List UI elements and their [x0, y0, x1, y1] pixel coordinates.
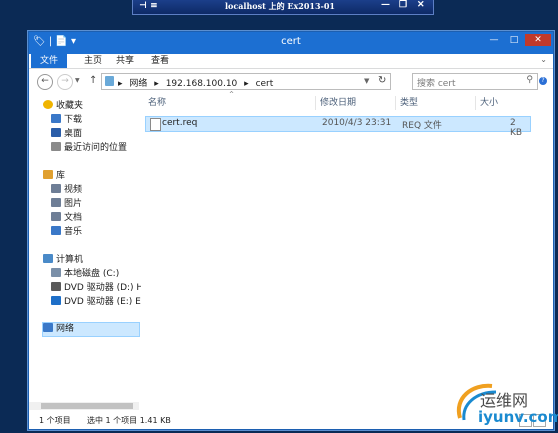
remote-minimize-button[interactable]: —: [381, 0, 390, 10]
scrollbar-thumb[interactable]: [41, 403, 133, 409]
download-folder-icon: [51, 114, 61, 123]
nav-recent-places[interactable]: 最近访问的位置: [51, 142, 127, 155]
tab-home[interactable]: 主页: [77, 54, 109, 68]
remote-session-title: localhost 上的 Ex2013-01: [225, 1, 335, 11]
search-icon[interactable]: ⚲: [526, 75, 533, 85]
dvd-drive-icon: [51, 282, 61, 291]
breadcrumb-separator[interactable]: ▸: [118, 79, 123, 89]
search-input[interactable]: 搜索 cert ⚲: [412, 73, 538, 90]
tab-share[interactable]: 共享: [109, 54, 141, 68]
remote-restore-button[interactable]: ❐: [399, 0, 407, 10]
breadcrumb-separator[interactable]: ▸: [244, 79, 249, 89]
nav-favorites[interactable]: 收藏夹: [43, 100, 83, 113]
column-divider[interactable]: [315, 96, 316, 110]
recent-places-icon: [51, 142, 61, 151]
nav-dvd-e[interactable]: DVD 驱动器 (E:) EX: [51, 296, 147, 309]
nav-videos[interactable]: 视频: [51, 184, 82, 197]
music-icon: [51, 226, 61, 235]
refresh-icon[interactable]: ↻: [378, 75, 386, 86]
star-icon: [43, 100, 53, 109]
network-icon: [43, 323, 53, 332]
table-row[interactable]: cert.req 2010/4/3 23:31 REQ 文件 2 KB: [145, 116, 531, 138]
help-icon[interactable]: ?: [539, 77, 547, 85]
exchange-dvd-icon: [51, 296, 61, 305]
address-bar[interactable]: ▸ 网络 ▸ 192.168.100.10 ▸ cert ▼ ↻: [101, 73, 391, 90]
item-count: 1 个项目: [39, 416, 71, 425]
title-bar: 🏷 | 📄 ▾ cert — □ ✕: [29, 32, 553, 54]
column-header-type[interactable]: 类型: [400, 96, 418, 110]
close-button[interactable]: ✕: [525, 34, 551, 46]
file-date: 2010/4/3 23:31: [322, 118, 392, 128]
up-button[interactable]: ↑: [89, 75, 97, 86]
recent-locations-icon[interactable]: ▼: [75, 77, 80, 84]
remote-close-button[interactable]: ✕: [417, 0, 425, 10]
forward-button[interactable]: →: [57, 74, 73, 90]
nav-network[interactable]: 网络: [42, 322, 140, 337]
network-folder-icon: [105, 76, 114, 86]
breadcrumb-cert[interactable]: cert: [256, 79, 274, 89]
nav-pictures[interactable]: 图片: [51, 198, 82, 211]
column-header-size[interactable]: 大小: [480, 96, 498, 110]
breadcrumb-separator[interactable]: ▸: [154, 79, 159, 89]
nav-local-disk-c[interactable]: 本地磁盘 (C:): [51, 268, 119, 281]
sort-indicator-icon: ^: [229, 91, 235, 98]
document-icon: [51, 212, 61, 221]
nav-dvd-d[interactable]: DVD 驱动器 (D:) HI: [51, 282, 146, 295]
back-button[interactable]: ←: [37, 74, 53, 90]
column-divider[interactable]: [395, 96, 396, 110]
ribbon-expand-icon[interactable]: ⌄: [540, 55, 547, 64]
file-icon: [150, 118, 161, 131]
file-type: REQ 文件: [402, 121, 442, 131]
nav-downloads[interactable]: 下载: [51, 114, 82, 127]
video-icon: [51, 184, 61, 193]
file-name: cert.req: [162, 118, 198, 128]
nav-music[interactable]: 音乐: [51, 226, 82, 239]
nav-computer[interactable]: 计算机: [43, 254, 83, 267]
minimize-button[interactable]: —: [485, 34, 503, 46]
maximize-button[interactable]: □: [505, 34, 523, 46]
file-list: 名称 ^ 修改日期 类型 大小 cert.req 2010/4/3 23:31 …: [141, 91, 553, 412]
breadcrumb-host[interactable]: 192.168.100.10: [166, 79, 238, 89]
remote-desktop-bar: ⊣ ≡ localhost 上的 Ex2013-01 — ❐ ✕: [132, 0, 434, 15]
breadcrumb: ▸ 网络 ▸ 192.168.100.10 ▸ cert: [118, 76, 277, 89]
watermark-url: iyunv.com: [478, 408, 558, 426]
selection-info: 选中 1 个项目 1.41 KB: [87, 416, 171, 425]
navigation-pane: 收藏夹 下载 桌面 最近访问的位置 库 视频 图片 文档 音乐 计算机 本地磁盘: [29, 94, 147, 412]
explorer-window: 🏷 | 📄 ▾ cert — □ ✕ 文件 主页 共享 查看 ⌄ ← → ▼ ↑…: [28, 31, 554, 430]
nav-desktop[interactable]: 桌面: [51, 128, 82, 141]
address-dropdown-icon[interactable]: ▼: [364, 77, 369, 85]
search-placeholder: 搜索 cert: [417, 79, 456, 89]
computer-icon: [43, 254, 53, 263]
nav-documents[interactable]: 文档: [51, 212, 82, 225]
pin-icon[interactable]: ⊣ ≡: [139, 1, 161, 12]
window-title: cert: [281, 36, 301, 47]
nav-pane-horizontal-scrollbar[interactable]: [29, 402, 139, 410]
hard-disk-icon: [51, 268, 61, 277]
file-size: 2 KB: [510, 118, 523, 138]
tab-view[interactable]: 查看: [144, 54, 176, 68]
address-row: ← → ▼ ↑ ▸ 网络 ▸ 192.168.100.10 ▸ cert ▼ ↻…: [29, 69, 553, 93]
column-header-date[interactable]: 修改日期: [320, 96, 356, 110]
column-divider[interactable]: [475, 96, 476, 110]
desktop-icon: [51, 128, 61, 137]
library-icon: [43, 170, 53, 179]
tab-file[interactable]: 文件: [31, 54, 67, 68]
column-header-name[interactable]: 名称: [148, 96, 166, 110]
picture-icon: [51, 198, 61, 207]
breadcrumb-network[interactable]: 网络: [129, 79, 147, 89]
nav-libraries[interactable]: 库: [43, 170, 65, 183]
ribbon-tabs: 文件 主页 共享 查看 ⌄: [29, 54, 553, 69]
